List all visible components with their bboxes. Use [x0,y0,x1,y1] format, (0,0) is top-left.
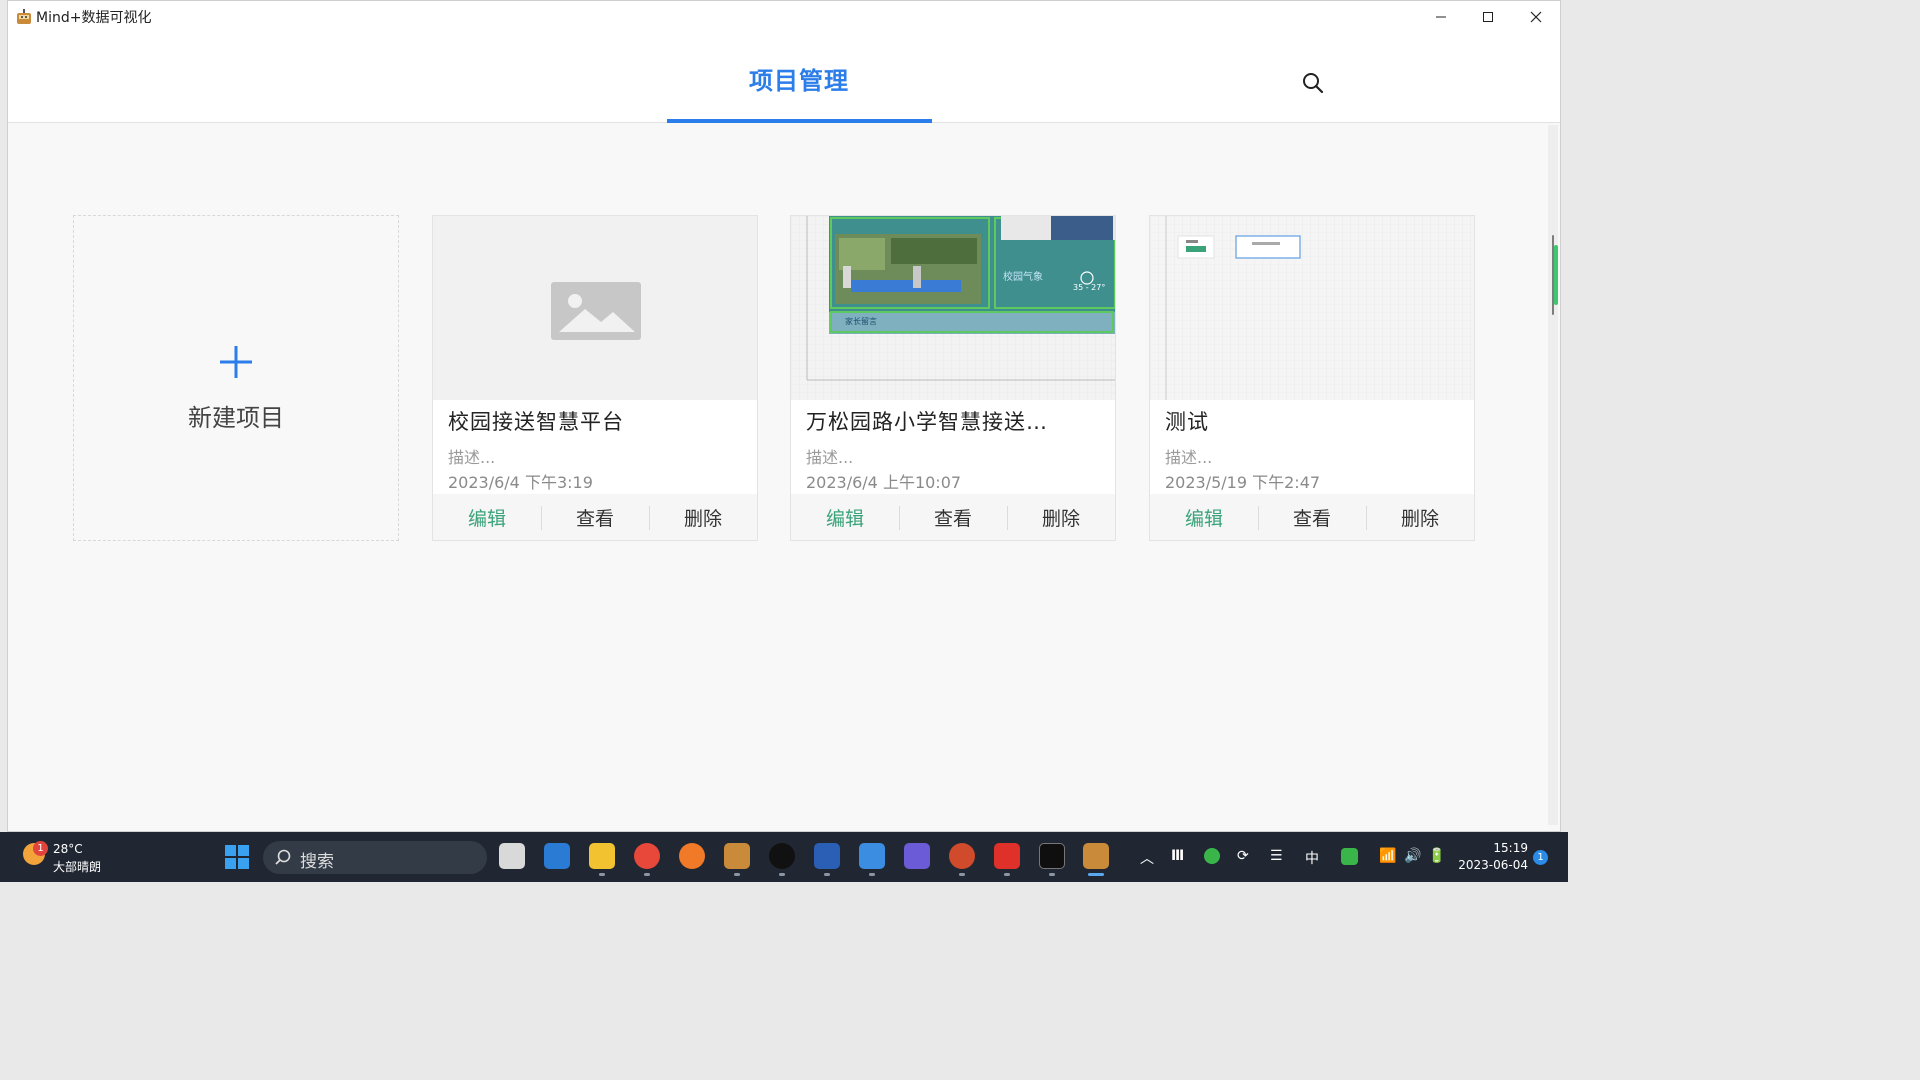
weather-badge: 1 [33,841,48,856]
search-icon [1303,73,1324,94]
project-thumbnail[interactable] [433,216,757,400]
app-header: 项目管理 [8,33,1560,123]
terminal-icon[interactable] [1039,843,1065,869]
active-indicator [1088,873,1104,876]
search-icon [275,849,291,865]
running-indicator [869,873,875,876]
close-button[interactable] [1513,1,1559,33]
delete-button[interactable]: 删除 [649,504,757,531]
project-name: 万松园路小学智慧接送… [806,410,1048,434]
project-description: 描述... [1165,448,1213,467]
title-bar: Mind+数据可视化 [8,1,1560,33]
parent-message-label: 家长留言 [845,316,877,326]
powerpoint-icon[interactable] [949,843,975,869]
qq-icon[interactable] [769,843,795,869]
delete-button[interactable]: 删除 [1366,504,1474,531]
temperature-label: 35 - 27° [1073,283,1105,292]
view-button[interactable]: 查看 [1258,504,1366,531]
mindplus-icon[interactable] [724,843,750,869]
file-explorer-icon[interactable] [589,843,615,869]
word-icon[interactable] [814,843,840,869]
chevron-up-icon[interactable]: ︿ [1140,848,1154,868]
tray-app-icon[interactable]: Ⅲ [1171,848,1184,864]
project-actions: 编辑 查看 删除 [433,494,757,540]
tray-green-icon[interactable] [1204,848,1220,864]
active-tab-indicator [667,119,932,123]
wifi-icon[interactable]: 📶 [1379,848,1396,864]
project-name: 测试 [1165,410,1209,434]
task-view-icon[interactable] [499,843,525,869]
dashboard-screenshot: 校园气象 35 - 27° 家长留言 [791,216,1115,400]
clock-date[interactable]: 2023-06-04 [1458,858,1528,872]
archive-icon[interactable] [859,843,885,869]
scrollbar-thumb[interactable] [1554,245,1558,305]
photos-icon[interactable] [904,843,930,869]
new-project-card[interactable]: 新建项目 [73,215,399,541]
wechat-icon[interactable] [1341,848,1358,865]
running-indicator [734,873,740,876]
battery-icon[interactable]: 🔋 [1428,848,1445,864]
chrome-icon[interactable] [634,843,660,869]
grid-canvas-screenshot [1150,216,1474,400]
edit-button[interactable]: 编辑 [1150,504,1258,531]
project-date: 2023/6/4 上午10:07 [806,473,962,492]
weather-condition[interactable]: 大部晴朗 [53,858,101,875]
search-button[interactable] [1298,68,1328,98]
taskbar-search-label: 搜索 [300,852,334,872]
campus-weather-label: 校园气象 [1003,270,1043,283]
weather-temperature[interactable]: 28°C [53,842,83,856]
edit-button[interactable]: 编辑 [433,504,541,531]
settings-sliders-icon[interactable]: ☰ [1270,848,1283,864]
mindplus-active-icon[interactable] [1083,843,1109,869]
windows-start-icon[interactable] [225,845,249,869]
image-placeholder-icon [551,282,641,340]
project-card: 校园接送智慧平台 描述... 2023/6/4 下午3:19 编辑 查看 删除 [432,215,758,541]
sync-icon[interactable]: ⟳ [1237,848,1249,864]
volume-icon[interactable]: 🔊 [1404,848,1421,864]
plus-icon [74,344,398,384]
running-indicator [644,873,650,876]
view-button[interactable]: 查看 [541,504,649,531]
notification-badge[interactable]: 1 [1533,850,1548,865]
project-actions: 编辑 查看 删除 [1150,494,1474,540]
tab-project-management[interactable]: 项目管理 [667,61,931,96]
vertical-scrollbar[interactable] [1548,125,1558,825]
wps-icon[interactable] [994,843,1020,869]
clock-time[interactable]: 15:19 [1488,841,1528,855]
ime-indicator[interactable]: 中 [1305,848,1319,868]
running-indicator [779,873,785,876]
running-indicator [824,873,830,876]
project-actions: 编辑 查看 删除 [791,494,1115,540]
minimize-button[interactable] [1418,1,1464,33]
delete-button[interactable]: 删除 [1007,504,1115,531]
running-indicator [1049,873,1055,876]
project-date: 2023/5/19 下午2:47 [1165,473,1321,492]
project-name: 校园接送智慧平台 [448,410,624,434]
project-description: 描述... [448,448,496,467]
project-description: 描述... [806,448,854,467]
vscode-icon[interactable] [544,843,570,869]
running-indicator [959,873,965,876]
taskbar-search[interactable]: 搜索 [263,841,487,874]
maximize-button[interactable] [1465,1,1511,33]
new-project-label: 新建项目 [188,404,284,432]
window-title: Mind+数据可视化 [36,10,152,26]
running-indicator [1004,873,1010,876]
edit-button[interactable]: 编辑 [791,504,899,531]
app-logo-icon [17,9,31,24]
firefox-icon[interactable] [679,843,705,869]
project-card: 校园气象 35 - 27° 家长留言 万松园路小学智慧接送… 描述... 202… [790,215,1116,541]
project-thumbnail[interactable]: 校园气象 35 - 27° 家长留言 [791,216,1115,400]
project-thumbnail[interactable] [1150,216,1474,400]
app-window: Mind+数据可视化 项目管理 新建项目 校园接送智慧平台 描述... 2023… [7,0,1561,832]
view-button[interactable]: 查看 [899,504,1007,531]
project-card: 测试 描述... 2023/5/19 下午2:47 编辑 查看 删除 [1149,215,1475,541]
project-date: 2023/6/4 下午3:19 [448,473,593,492]
running-indicator [599,873,605,876]
